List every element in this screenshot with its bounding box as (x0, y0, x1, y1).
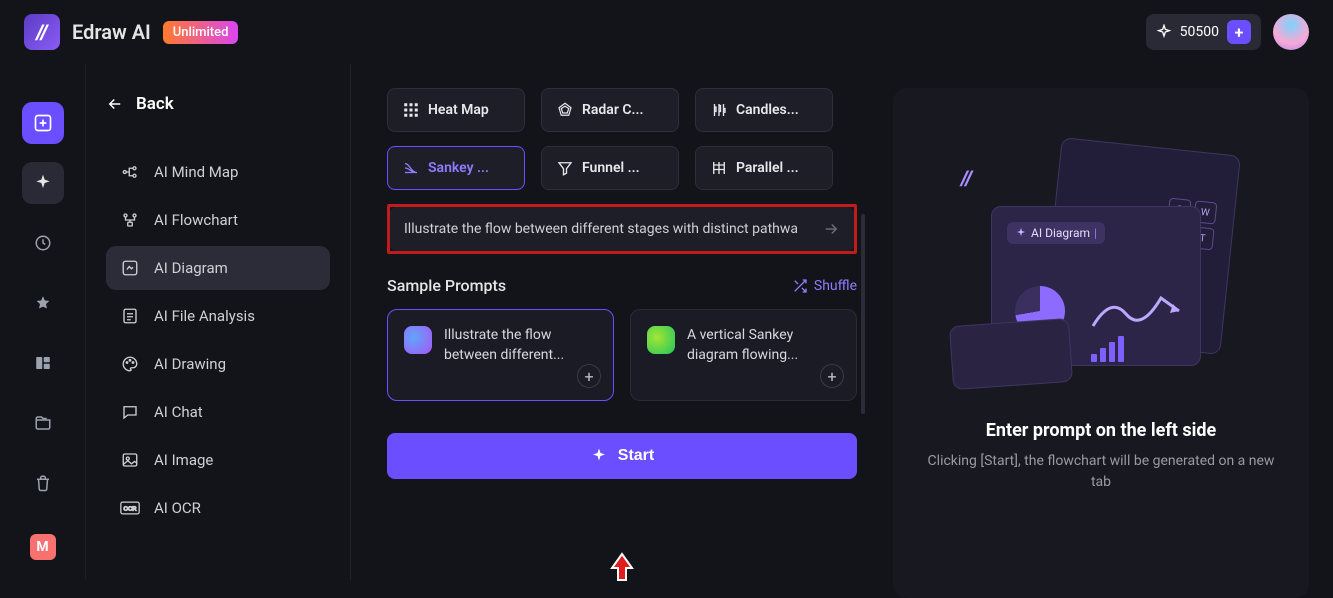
shuffle-button[interactable]: Shuffle (792, 278, 857, 294)
right-panel: // SWOT AI Diagram| Enter prompt on the … (893, 64, 1333, 580)
funnel-icon (556, 159, 574, 177)
prompt-value: Illustrate the flow between different st… (404, 221, 798, 237)
card-add-button[interactable]: + (577, 364, 601, 388)
sidebar-item-label: AI Mind Map (154, 163, 238, 181)
sidebar-item-flowchart[interactable]: AI Flowchart (106, 198, 330, 242)
image-icon (120, 450, 140, 470)
sidebar-item-label: AI OCR (154, 499, 201, 517)
file-icon (120, 306, 140, 326)
shuffle-icon (792, 278, 808, 294)
palette-icon (120, 354, 140, 374)
heatmap-icon (402, 101, 420, 119)
illustration: // SWOT AI Diagram| (951, 126, 1251, 396)
flowchart-icon (120, 210, 140, 230)
rail-favorites-button[interactable] (22, 282, 64, 324)
chip-label: Candles... (736, 102, 799, 118)
avatar[interactable] (1273, 14, 1309, 50)
card-add-button[interactable]: + (820, 364, 844, 388)
arrow-left-icon (106, 95, 124, 113)
back-label: Back (136, 94, 174, 114)
card-text: A vertical Sankey diagram flowing... (687, 326, 840, 365)
sparkle-icon (590, 447, 608, 465)
rail-recent-button[interactable] (22, 222, 64, 264)
sidebar-item-chat[interactable]: AI Chat (106, 390, 330, 434)
logo-icon: // (24, 14, 60, 50)
sidebar-item-diagram[interactable]: AI Diagram (106, 246, 330, 290)
chip-sankey[interactable]: Sankey ... (387, 146, 525, 190)
back-button[interactable]: Back (106, 94, 330, 114)
sidebar-item-ocr[interactable]: OCR AI OCR (106, 486, 330, 530)
sidebar-item-fileanalysis[interactable]: AI File Analysis (106, 294, 330, 338)
chip-parallel[interactable]: Parallel ... (695, 146, 833, 190)
chip-label: Radar C... (582, 102, 643, 118)
chip-label: Parallel ... (736, 160, 799, 176)
start-button[interactable]: Start (387, 433, 857, 479)
plus-square-icon (33, 113, 53, 133)
annotation-arrow-icon (609, 552, 635, 582)
sidebar-item-label: AI Image (154, 451, 213, 469)
radar-icon (556, 101, 574, 119)
sparkle-icon (1156, 24, 1172, 40)
star-icon (34, 294, 52, 312)
chip-label: Sankey ... (428, 160, 489, 176)
rail-templates-button[interactable] (22, 342, 64, 384)
sidebar-item-label: AI Diagram (154, 259, 228, 277)
chip-label: Funnel ... (582, 160, 640, 176)
chip-radar[interactable]: Radar C... (541, 88, 679, 132)
parallel-icon (710, 159, 728, 177)
sidebar-item-label: AI Flowchart (154, 211, 238, 229)
rail-folder-button[interactable] (22, 402, 64, 444)
sidebar-item-image[interactable]: AI Image (106, 438, 330, 482)
candlestick-icon (710, 101, 728, 119)
brand-name: Edraw AI (72, 20, 151, 44)
chip-heatmap[interactable]: Heat Map (387, 88, 525, 132)
card-icon (404, 326, 432, 354)
prompt-input[interactable]: Illustrate the flow between different st… (390, 207, 854, 251)
sidebar-item-label: AI File Analysis (154, 307, 255, 325)
chat-icon (120, 402, 140, 422)
start-label: Start (618, 447, 654, 465)
diagram-icon (120, 258, 140, 278)
unlimited-badge: Unlimited (163, 21, 239, 44)
folder-icon (34, 414, 52, 432)
card-text: Illustrate the flow between different... (444, 326, 597, 365)
icon-rail: M (0, 64, 86, 580)
chip-label: Heat Map (428, 102, 489, 118)
svg-text:OCR: OCR (124, 507, 137, 513)
rail-ai-button[interactable] (22, 162, 64, 204)
trash-icon (34, 474, 52, 492)
shuffle-label: Shuffle (814, 278, 857, 294)
clock-icon (34, 234, 52, 252)
prompt-highlight-annotation: Illustrate the flow between different st… (387, 204, 857, 254)
submit-arrow-icon[interactable] (822, 220, 840, 238)
rail-trash-button[interactable] (22, 462, 64, 504)
card-icon (647, 326, 675, 354)
sankey-icon (402, 159, 420, 177)
sidebar-item-mindmap[interactable]: AI Mind Map (106, 150, 330, 194)
right-title: Enter prompt on the left side (986, 420, 1216, 441)
credits-value: 50500 (1180, 24, 1219, 40)
chip-candlestick[interactable]: Candles... (695, 88, 833, 132)
sparkle-icon (33, 173, 53, 193)
credits-pill[interactable]: 50500 + (1146, 14, 1261, 50)
chip-funnel[interactable]: Funnel ... (541, 146, 679, 190)
add-credits-button[interactable]: + (1227, 20, 1251, 44)
rail-new-button[interactable] (22, 102, 64, 144)
rail-m-badge[interactable]: M (30, 534, 56, 560)
sidebar-item-drawing[interactable]: AI Drawing (106, 342, 330, 386)
center-column: Heat Map Radar C... Candles... Sankey ..… (351, 64, 893, 580)
shapes-icon (34, 354, 52, 372)
scrollbar[interactable] (861, 214, 865, 414)
sidebar-panel: Back AI Mind Map AI Flowchart AI Diagram… (86, 64, 351, 580)
sidebar-item-label: AI Drawing (154, 355, 226, 373)
sample-card[interactable]: A vertical Sankey diagram flowing... + (630, 309, 857, 401)
ocr-icon: OCR (120, 498, 140, 518)
mindmap-icon (120, 162, 140, 182)
right-subtitle: Clicking [Start], the flowchart will be … (917, 451, 1285, 493)
sidebar-item-label: AI Chat (154, 403, 203, 421)
sample-prompts-title: Sample Prompts (387, 276, 506, 295)
sample-card[interactable]: Illustrate the flow between different...… (387, 309, 614, 401)
top-header: // Edraw AI Unlimited 50500 + (0, 0, 1333, 64)
